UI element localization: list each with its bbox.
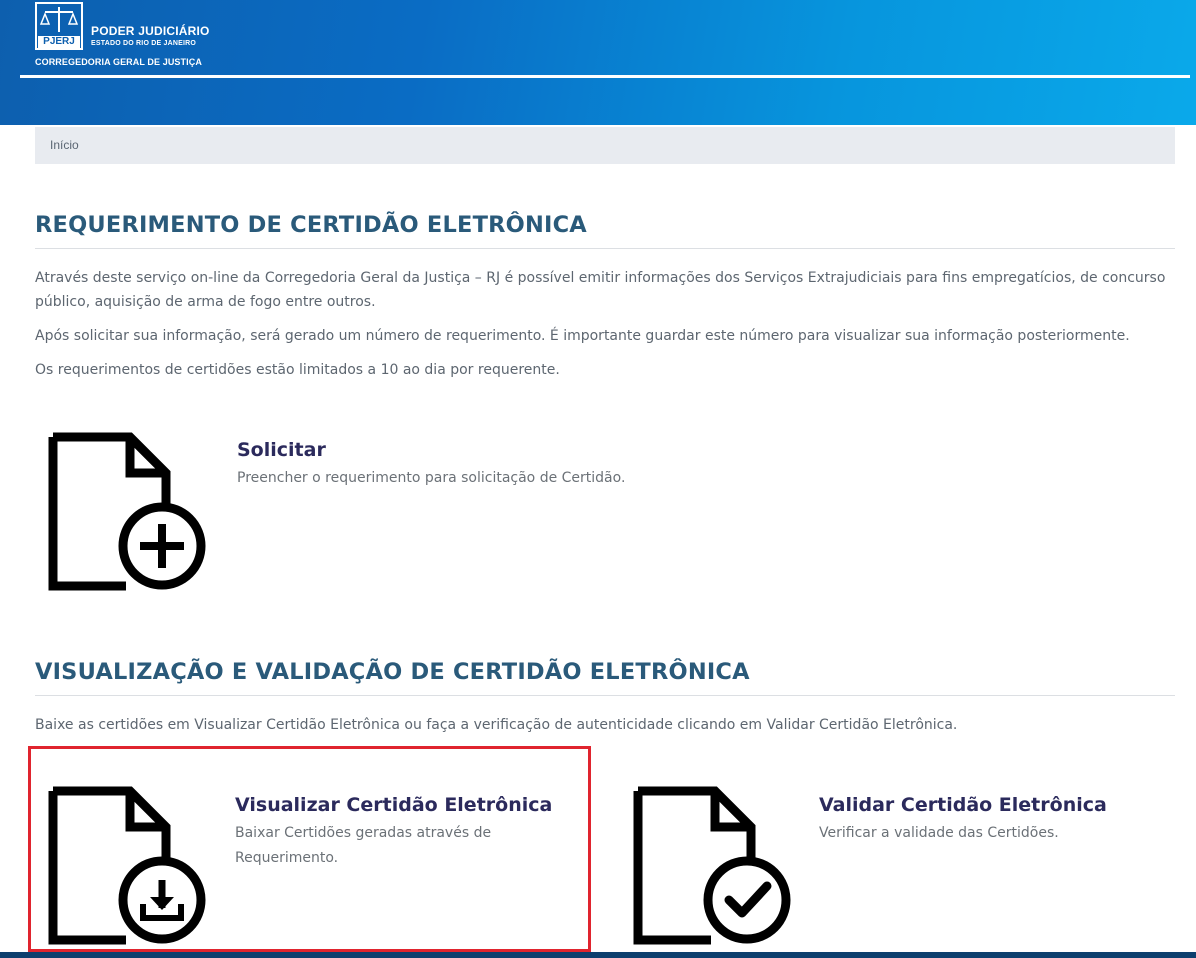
section-title-visualizacao: VISUALIZAÇÃO E VALIDAÇÃO DE CERTIDÃO ELE… — [35, 659, 1175, 696]
site-header: PJERJ PODER JUDICIÁRIO ESTADO DO RIO DE … — [0, 0, 1196, 125]
org-state: ESTADO DO RIO DE JANEIRO — [91, 40, 197, 47]
header-divider — [20, 75, 1190, 78]
solicitar-description: Preencher o requerimento para solicitaçã… — [237, 470, 626, 486]
document-download-icon[interactable] — [48, 786, 210, 952]
logo-abbreviation: PJERJ — [43, 36, 75, 47]
intro-paragraph-3: Os requerimentos de certidões estão limi… — [35, 362, 560, 378]
intro-paragraph-1: Através deste serviço on-line da Correge… — [35, 270, 1166, 310]
intro-paragraph-2: Após solicitar sua informação, será gera… — [35, 328, 1130, 344]
document-check-icon[interactable] — [633, 786, 795, 952]
org-department: CORREGEDORIA GERAL DE JUSTIÇA — [35, 57, 202, 67]
breadcrumb: Início — [35, 127, 1175, 164]
visualizar-certidao-link[interactable]: Visualizar Certidão Eletrônica — [235, 794, 552, 816]
visualizar-description: Baixar Certidões geradas através de Requ… — [235, 825, 492, 866]
solicitar-link[interactable]: Solicitar — [237, 439, 326, 461]
taskbar-edge — [0, 952, 1196, 958]
pjerj-logo[interactable]: PJERJ — [35, 2, 83, 50]
validar-description: Verificar a validade das Certidões. — [819, 825, 1059, 841]
section-title-requerimento: REQUERIMENTO DE CERTIDÃO ELETRÔNICA — [35, 212, 1175, 249]
breadcrumb-home-link[interactable]: Início — [50, 138, 79, 152]
section2-intro: Baixe as certidões em Visualizar Certidã… — [35, 717, 958, 733]
org-name: PODER JUDICIÁRIO — [91, 24, 210, 38]
validar-certidao-link[interactable]: Validar Certidão Eletrônica — [819, 794, 1107, 816]
document-plus-icon[interactable] — [48, 432, 210, 598]
